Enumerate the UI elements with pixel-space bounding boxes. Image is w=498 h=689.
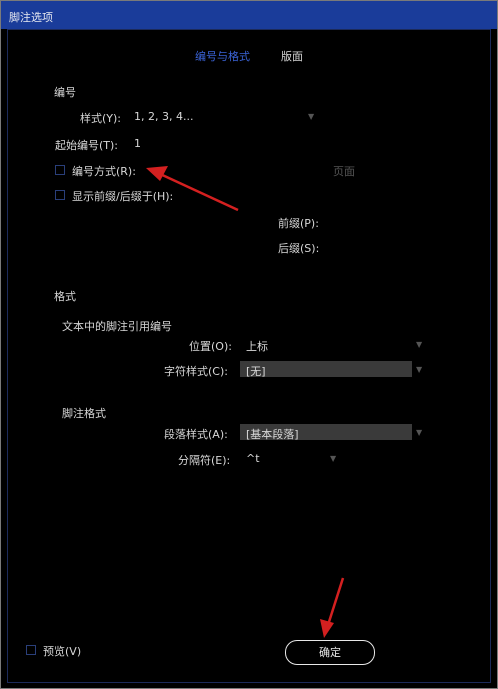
separator-chevron-down-icon[interactable]: ▼ xyxy=(330,454,336,463)
char-style-label: 字符样式(C): xyxy=(164,365,228,378)
style-chevron-down-icon[interactable]: ▼ xyxy=(308,112,314,121)
char-style-chevron-down-icon[interactable]: ▼ xyxy=(416,365,422,374)
restart-dropdown[interactable]: 页面 xyxy=(333,163,355,179)
position-dropdown[interactable]: 上标 xyxy=(246,338,268,354)
tab-numbering-format[interactable]: 编号与格式 xyxy=(195,48,250,64)
position-chevron-down-icon[interactable]: ▼ xyxy=(416,340,422,349)
char-style-dropdown[interactable]: [无] xyxy=(240,361,412,378)
style-dropdown[interactable]: 1, 2, 3, 4... xyxy=(134,110,193,123)
separator-label: 分隔符(E): xyxy=(178,454,231,467)
prefix-suffix-label: 显示前缀/后缀于(H): xyxy=(72,190,174,203)
ref-group-label: 文本中的脚注引用编号 xyxy=(62,320,172,333)
para-style-value: [基本段落] xyxy=(246,428,299,441)
content-panel xyxy=(7,29,491,683)
char-style-value: [无] xyxy=(246,365,266,378)
restart-checkbox[interactable] xyxy=(55,165,65,175)
ok-button[interactable]: 确定 xyxy=(285,640,375,665)
suffix-label: 后缀(S): xyxy=(278,242,320,255)
para-style-label: 段落样式(A): xyxy=(164,428,228,441)
format-section-label: 格式 xyxy=(54,290,76,303)
preview-checkbox[interactable] xyxy=(26,645,36,655)
prefix-label: 前缀(P): xyxy=(278,217,319,230)
window-title: 脚注选项 xyxy=(9,11,53,24)
para-style-dropdown[interactable]: [基本段落] xyxy=(240,424,412,441)
numbering-section-label: 编号 xyxy=(54,86,76,99)
title-bar[interactable]: 脚注选项 xyxy=(1,1,497,29)
position-label: 位置(O): xyxy=(189,340,232,353)
restart-label: 编号方式(R): xyxy=(72,165,136,178)
prefix-suffix-checkbox[interactable] xyxy=(55,190,65,200)
para-style-chevron-down-icon[interactable]: ▼ xyxy=(416,428,422,437)
tab-layout[interactable]: 版面 xyxy=(281,48,303,64)
start-label: 起始编号(T): xyxy=(55,139,119,152)
preview-label: 预览(V) xyxy=(43,645,82,658)
style-label: 样式(Y): xyxy=(80,112,122,125)
separator-input[interactable]: ^t xyxy=(246,452,260,465)
footnote-group-label: 脚注格式 xyxy=(62,407,106,420)
start-number-input[interactable]: 1 xyxy=(134,137,141,150)
